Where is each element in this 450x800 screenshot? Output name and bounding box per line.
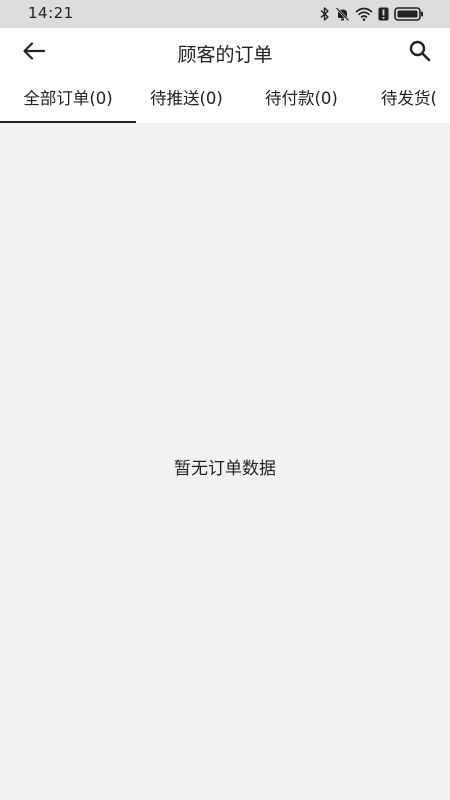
wifi-icon [355,7,373,21]
tab-all-orders[interactable]: 全部订单(0) [0,78,136,123]
status-time: 14:21 [28,4,74,22]
active-tab-indicator [0,121,136,123]
tab-pending-shipment[interactable]: 待发货( [381,78,437,123]
tab-label: 待付款(0) [265,89,338,108]
orders-screen: 14:21 顾客的订单 全部订单(0) 待推送(0) 待付款(0) 待发货(暂… [0,0,450,800]
order-status-tabs: 全部订单(0) 待推送(0) 待付款(0) 待发货( [0,78,450,123]
tab-label: 待推送(0) [150,89,223,108]
battery-icon [394,7,424,21]
app-bar: 顾客的订单 [0,28,450,78]
search-button[interactable] [404,38,436,68]
mute-icon [335,7,350,21]
search-icon [408,39,432,67]
alert-icon [378,7,389,21]
status-icons [320,6,424,22]
bluetooth-icon [320,7,330,21]
status-bar: 14:21 [0,0,450,28]
tab-label: 全部订单(0) [23,89,113,108]
tab-pending-push[interactable]: 待推送(0) [150,78,223,123]
tab-label: 待发货( [381,89,437,108]
empty-state-message: 暂无订单数据 [174,459,276,479]
tab-pending-payment[interactable]: 待付款(0) [265,78,338,123]
page-title: 顾客的订单 [177,44,273,66]
